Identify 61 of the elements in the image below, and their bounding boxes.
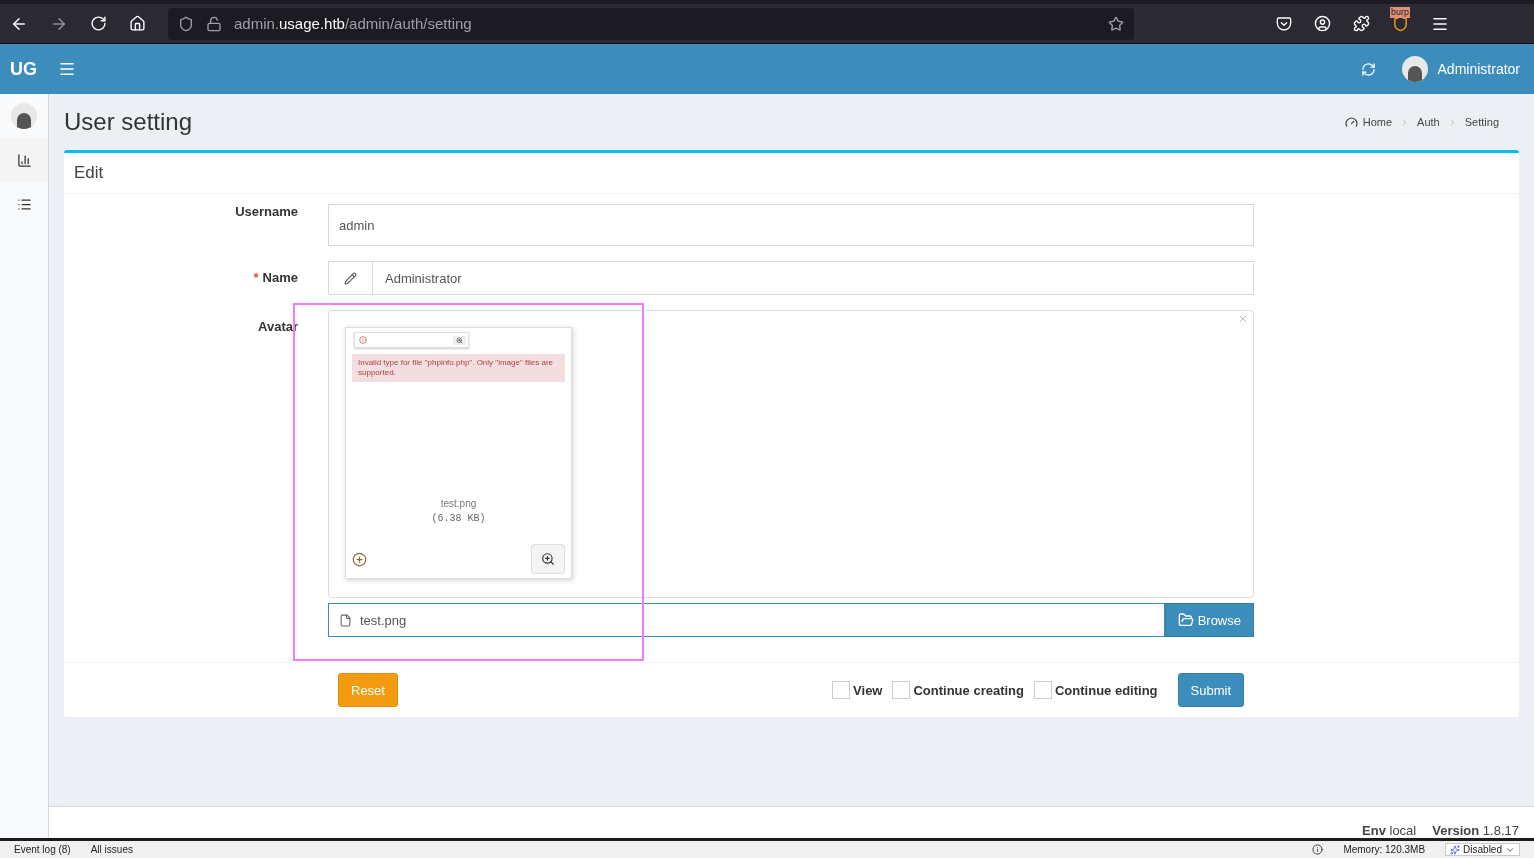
- plus-circle-icon: [352, 551, 367, 567]
- pocket-icon: [1276, 15, 1292, 32]
- breadcrumb-link[interactable]: Auth: [1417, 116, 1440, 128]
- lock-icon: [206, 15, 222, 32]
- breadcrumb-link[interactable]: Home: [1362, 116, 1393, 128]
- version-label: Version: [1432, 823, 1480, 838]
- info-icon: [1312, 844, 1324, 855]
- folder-icon: [1177, 612, 1194, 628]
- zoom-button[interactable]: [531, 544, 565, 574]
- extension-icon: [1392, 15, 1409, 32]
- checkbox-label[interactable]: Continue creating: [913, 682, 1024, 698]
- panel-title: Edit: [64, 153, 1519, 194]
- star-icon: [1108, 15, 1124, 32]
- close-icon: [1237, 313, 1249, 325]
- reload-icon: [90, 15, 107, 32]
- user-avatar[interactable]: [11, 103, 37, 129]
- status-tab[interactable]: Event log (8): [14, 844, 71, 855]
- checkbox[interactable]: [1034, 681, 1052, 699]
- zoom-icon: [541, 552, 555, 566]
- env-value: local: [1389, 823, 1417, 838]
- file-name: test.png: [439, 498, 478, 509]
- zoom-icon: [456, 336, 463, 344]
- address-bar[interactable]: admin.usage.htb/admin/auth/setting: [168, 7, 1134, 40]
- version-value: 1.8.17: [1482, 823, 1519, 838]
- checkbox-label[interactable]: View: [853, 682, 883, 698]
- shield-icon: [178, 15, 194, 32]
- checkbox-label[interactable]: Continue editing: [1055, 682, 1158, 698]
- list-icon: [16, 196, 32, 212]
- puzzle-icon: [1353, 15, 1370, 32]
- file-size: (6.38 KB): [430, 513, 487, 524]
- dashboard-icon: [1344, 115, 1358, 129]
- checkbox[interactable]: [892, 681, 911, 699]
- env-label: Env: [1362, 823, 1386, 838]
- url-text: admin.usage.htb/admin/auth/setting: [234, 15, 473, 32]
- extension-badge: burp: [1390, 7, 1410, 18]
- file-icon: [339, 613, 352, 627]
- username-field[interactable]: admin: [328, 204, 1254, 246]
- page-title: User setting: [64, 108, 194, 136]
- browse-button[interactable]: Browse: [1164, 603, 1254, 637]
- sparkle-icon: [1450, 844, 1461, 855]
- alert-icon: [359, 336, 367, 344]
- user-name[interactable]: Administrator: [1437, 61, 1520, 77]
- logo: UG: [10, 58, 38, 80]
- status-tab[interactable]: All issues: [90, 844, 133, 855]
- pencil-icon: [344, 271, 357, 285]
- file-field[interactable]: test.png: [328, 603, 1165, 637]
- checkbox[interactable]: [832, 681, 851, 699]
- field-label: Username: [234, 204, 298, 221]
- mode-dropdown[interactable]: Disabled: [1445, 843, 1520, 856]
- memory-usage: Memory: 120.3MB: [1343, 844, 1426, 855]
- home-icon: [129, 15, 146, 32]
- user-avatar[interactable]: [1401, 56, 1428, 82]
- field-label: * Name: [252, 269, 298, 287]
- refresh-icon: [1360, 61, 1376, 77]
- name-field[interactable]: Administrator: [328, 261, 1254, 295]
- menu-icon: [58, 60, 76, 78]
- bar-chart-icon: [16, 152, 32, 168]
- submit-button[interactable]: Submit: [1177, 673, 1244, 707]
- account-icon: [1314, 15, 1331, 32]
- breadcrumb-link[interactable]: Setting: [1464, 116, 1499, 128]
- error-message: Invalid type for file "phpinfo.php". Only "image" files are supported.: [352, 354, 565, 382]
